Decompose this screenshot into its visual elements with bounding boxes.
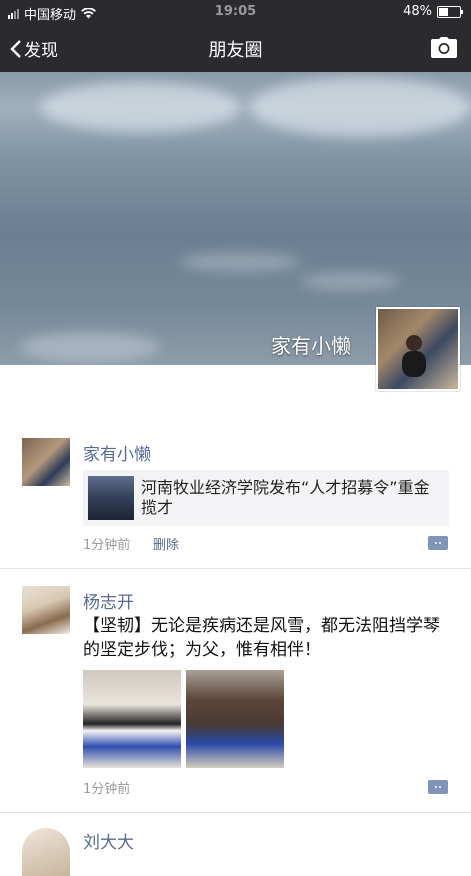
post-username[interactable]: 杨志开 xyxy=(83,588,134,613)
battery-icon xyxy=(437,5,463,18)
nav-bar: 发现 朋友圈 xyxy=(0,24,471,72)
avatar[interactable] xyxy=(22,828,70,876)
cover-username: 家有小懒 xyxy=(271,334,351,358)
moment-post: 刘大大 xyxy=(0,812,471,876)
comment-icon[interactable] xyxy=(428,536,448,550)
moment-post: 杨志开 【坚韧】无论是疾病还是风雪，都无法阻挡学琴的坚定步伐；为父，惟有相伴！ … xyxy=(0,568,471,813)
post-text: 【坚韧】无论是疾病还是风雪，都无法阻挡学琴的坚定步伐；为父，惟有相伴！ xyxy=(83,616,440,660)
post-time: 1分钟前 xyxy=(83,538,131,553)
camera-button[interactable] xyxy=(431,37,457,62)
post-username[interactable]: 家有小懒 xyxy=(83,440,151,465)
shared-link-thumbnail xyxy=(88,476,134,520)
camera-icon xyxy=(431,37,457,58)
page-title: 朋友圈 xyxy=(208,40,263,61)
comment-icon[interactable] xyxy=(428,780,448,794)
shared-link-title: 河南牧业经济学院发布“人才招募令”重金揽才 xyxy=(141,478,430,517)
shared-link-card[interactable]: 河南牧业经济学院发布“人才招募令”重金揽才 xyxy=(83,470,449,526)
delete-button[interactable]: 删除 xyxy=(153,534,179,553)
battery-percent: 48% xyxy=(403,4,432,19)
post-photo[interactable] xyxy=(186,670,284,768)
cover-avatar[interactable] xyxy=(376,307,460,391)
avatar[interactable] xyxy=(22,586,70,634)
status-bar: 中国移动 19:05 48% xyxy=(0,0,471,24)
post-time: 1分钟前 xyxy=(83,782,131,797)
avatar[interactable] xyxy=(22,438,70,486)
clock: 19:05 xyxy=(214,4,257,19)
moment-post: 家有小懒 河南牧业经济学院发布“人才招募令”重金揽才 1分钟前 删除 xyxy=(0,420,471,569)
post-username[interactable]: 刘大大 xyxy=(83,828,134,853)
post-photo[interactable] xyxy=(83,670,181,768)
